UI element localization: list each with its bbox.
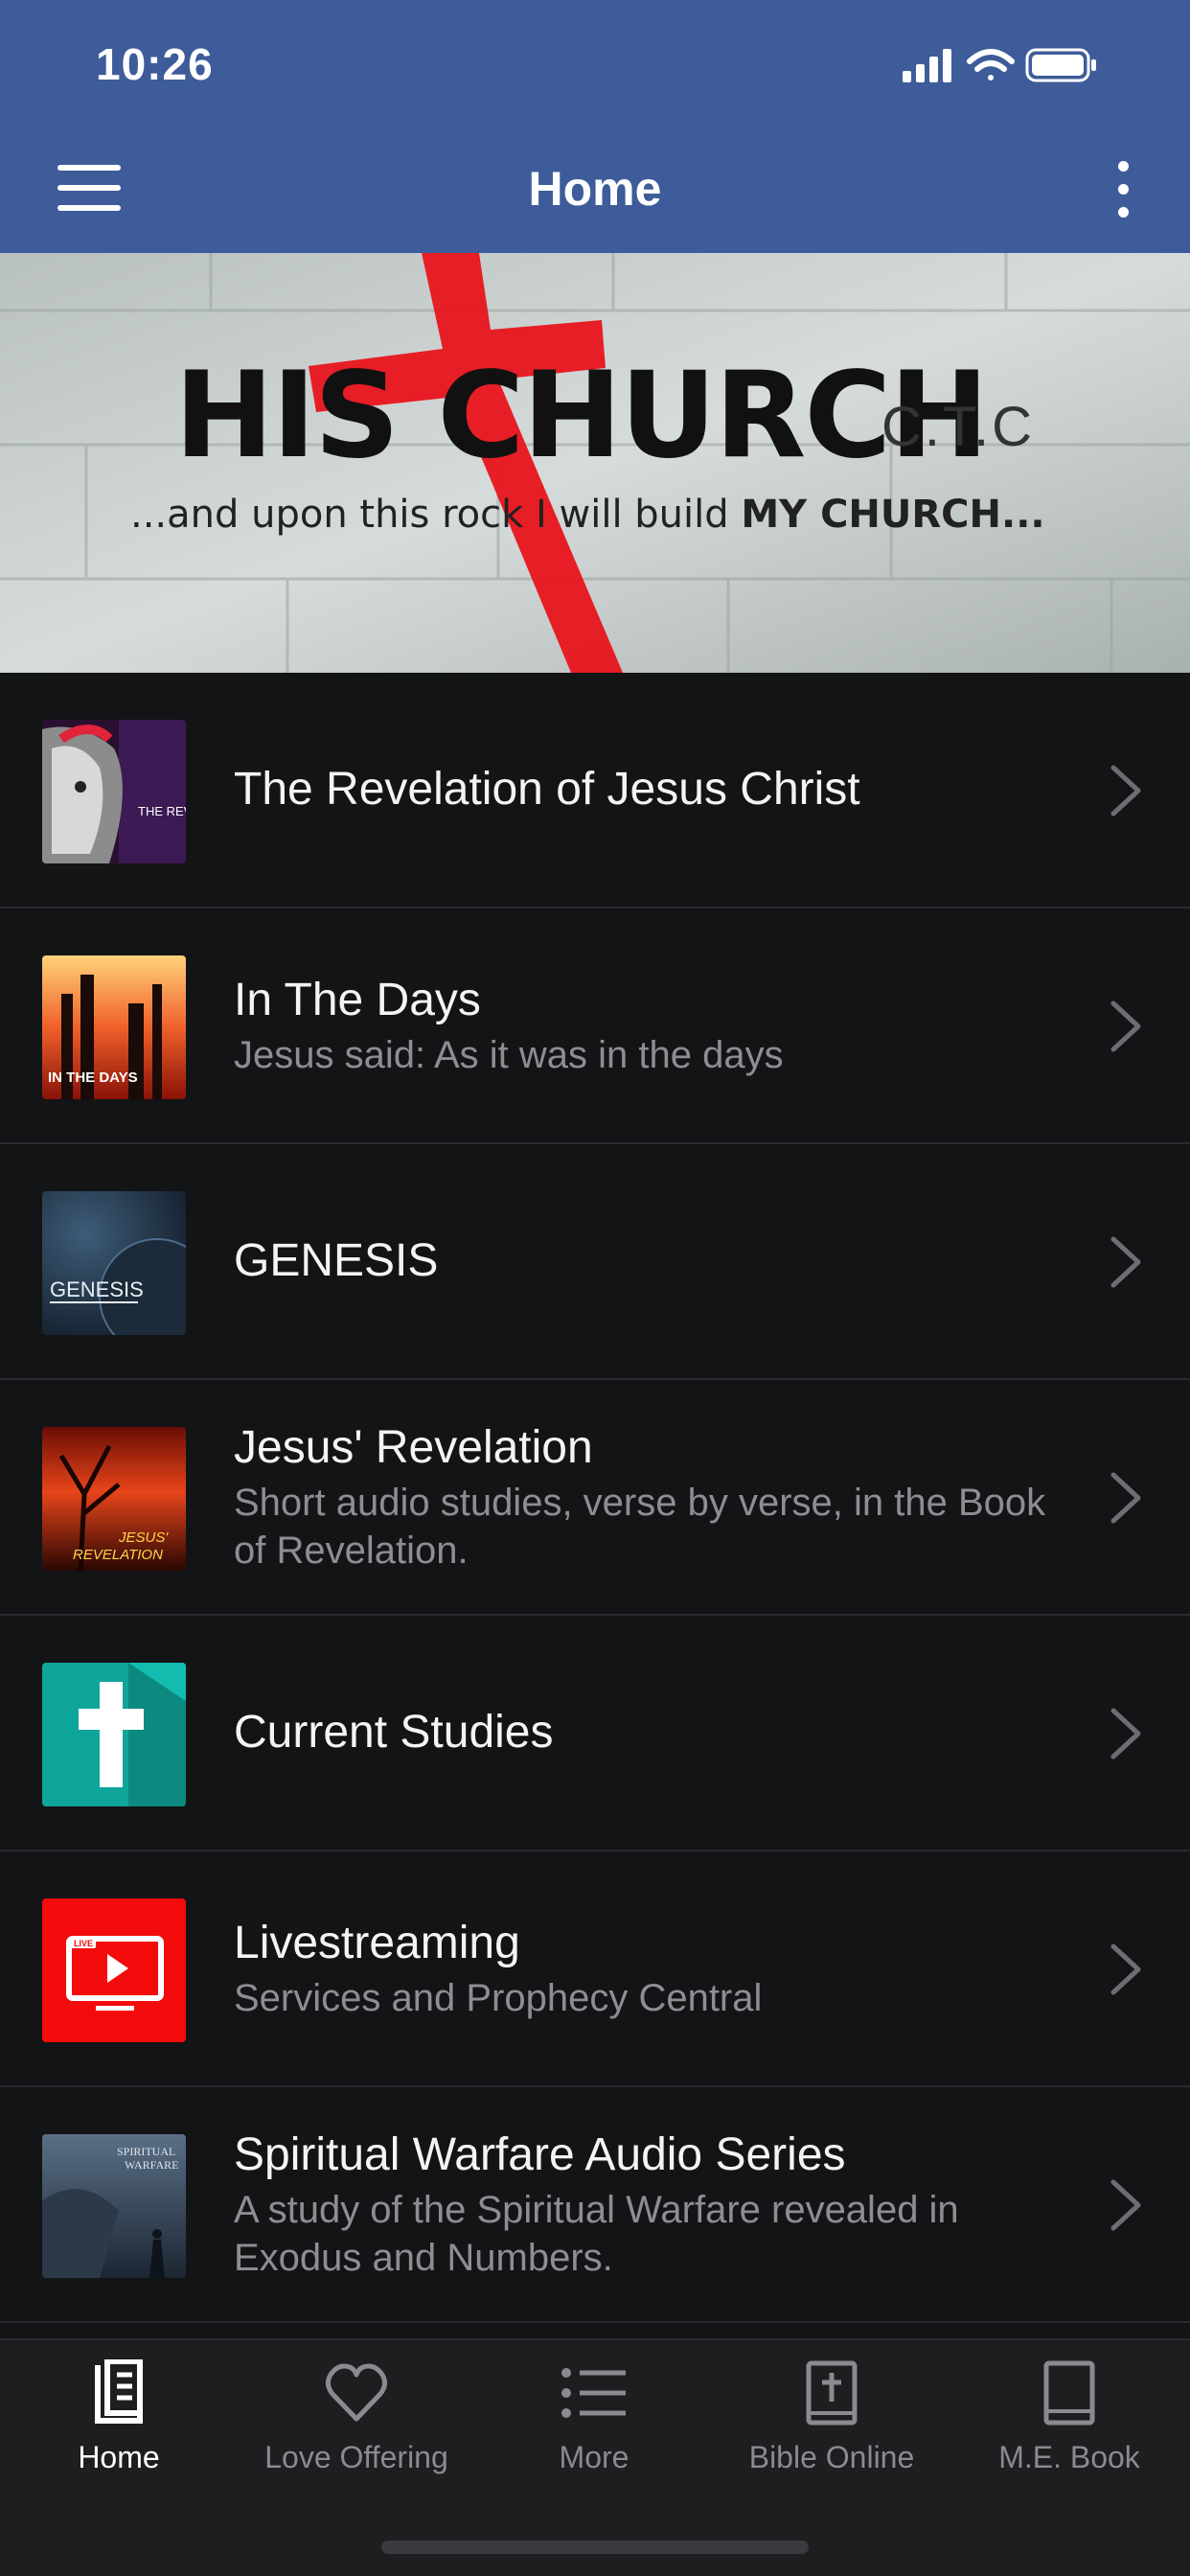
list-item[interactable]: IN THE DAYS In The Days Jesus said: As i… bbox=[0, 908, 1190, 1144]
lion-revelation-thumbnail: THE REVE JESUS bbox=[42, 720, 186, 863]
tab-label: Home bbox=[78, 2440, 160, 2474]
current-studies-thumbnail bbox=[42, 1663, 186, 1806]
list-item[interactable]: Current Studies bbox=[0, 1616, 1190, 1852]
tab-love-offering[interactable]: Love Offering bbox=[238, 2359, 475, 2503]
tab-bible-online[interactable]: Bible Online bbox=[713, 2359, 950, 2503]
app-header: 10:26 Home bbox=[0, 0, 1190, 253]
cellular-signal-icon bbox=[903, 49, 951, 82]
chevron-right-icon bbox=[1110, 2179, 1141, 2231]
banner-suffix: C.T.C bbox=[881, 396, 1035, 458]
livestreaming-thumbnail: LIVE bbox=[42, 1898, 186, 2042]
list-item[interactable]: SPIRITUAL WARFARE Spiritual Warfare Audi… bbox=[0, 2087, 1190, 2323]
in-the-days-thumbnail: IN THE DAYS bbox=[42, 955, 186, 1099]
list-item-title: In The Days bbox=[234, 975, 481, 1025]
heart-icon bbox=[325, 2363, 388, 2422]
list-item[interactable]: GENESIS GENESIS bbox=[0, 1144, 1190, 1380]
svg-text:IN THE DAYS: IN THE DAYS bbox=[48, 1070, 138, 1086]
home-indicator bbox=[381, 2541, 809, 2554]
tab-me-book[interactable]: M.E. Book bbox=[950, 2359, 1188, 2503]
svg-text:SPIRITUAL: SPIRITUAL bbox=[117, 2145, 175, 2158]
banner-title: HIS CHURCH bbox=[174, 347, 989, 485]
list-item-title: GENESIS bbox=[234, 1235, 439, 1286]
list-item[interactable]: JESUS' REVELATION Jesus' Revelation Shor… bbox=[0, 1380, 1190, 1616]
tab-label: Bible Online bbox=[748, 2440, 915, 2474]
church-banner: HIS CHURCH C.T.C ...and upon this rock I… bbox=[0, 253, 1190, 673]
tab-label: M.E. Book bbox=[998, 2440, 1140, 2474]
svg-text:REVELATION: REVELATION bbox=[73, 1547, 163, 1563]
list-item[interactable]: THE REVE JESUS The Revelation of Jesus C… bbox=[0, 673, 1190, 908]
list-item-subtitle: Short audio studies, verse by verse, in … bbox=[234, 1482, 1046, 1572]
list-item-title: Current Studies bbox=[234, 1707, 554, 1758]
list-item-subtitle: A study of the Spiritual Warfare reveale… bbox=[234, 2189, 959, 2279]
wifi-icon bbox=[967, 49, 1015, 80]
banner-tagline: ...and upon this rock I will build MY CH… bbox=[130, 493, 1045, 537]
svg-text:WARFARE: WARFARE bbox=[125, 2158, 178, 2172]
chevron-right-icon bbox=[1110, 1708, 1141, 1760]
tab-label: More bbox=[559, 2440, 629, 2474]
tab-home[interactable]: Home bbox=[0, 2359, 238, 2503]
jesus-revelation-thumbnail: JESUS' REVELATION bbox=[42, 1427, 186, 1571]
list-icon bbox=[561, 2368, 626, 2418]
status-icons bbox=[903, 46, 1142, 84]
bible-icon bbox=[806, 2360, 858, 2426]
book-outline-icon bbox=[1043, 2360, 1095, 2426]
vertical-ellipsis-icon[interactable] bbox=[1094, 159, 1152, 220]
chevron-right-icon bbox=[1110, 1236, 1141, 1288]
spiritual-warfare-thumbnail: SPIRITUAL WARFARE bbox=[42, 2134, 186, 2278]
tab-more[interactable]: More bbox=[475, 2359, 713, 2503]
list-item[interactable]: LIVE Livestreaming Services and Prophecy… bbox=[0, 1852, 1190, 2087]
svg-text:LIVE: LIVE bbox=[74, 1939, 93, 1948]
battery-icon bbox=[1025, 48, 1096, 82]
chevron-right-icon bbox=[1110, 1472, 1141, 1524]
svg-text:GENESIS: GENESIS bbox=[50, 1277, 144, 1301]
tab-label: Love Offering bbox=[264, 2440, 448, 2474]
list-item-title: Spiritual Warfare Audio Series bbox=[234, 2129, 846, 2180]
chevron-right-icon bbox=[1110, 1944, 1141, 1995]
list-item-subtitle: Jesus said: As it was in the days bbox=[234, 1034, 784, 1076]
page-title: Home bbox=[528, 162, 662, 216]
list-item-title: The Revelation of Jesus Christ bbox=[234, 764, 860, 815]
genesis-thumbnail: GENESIS bbox=[42, 1191, 186, 1335]
chevron-right-icon bbox=[1110, 765, 1141, 816]
list-item-title: Jesus' Revelation bbox=[234, 1422, 593, 1473]
svg-text:JESUS': JESUS' bbox=[118, 1530, 169, 1546]
list-item-subtitle: Services and Prophecy Central bbox=[234, 1977, 763, 2019]
chevron-right-icon bbox=[1110, 1000, 1141, 1052]
list-item-title: Livestreaming bbox=[234, 1918, 520, 1968]
status-time: 10:26 bbox=[96, 39, 214, 89]
book-icon bbox=[95, 2359, 143, 2424]
content-list: THE REVE JESUS The Revelation of Jesus C… bbox=[0, 673, 1190, 2323]
svg-text:THE REVE JESUS: THE REVE JESUS bbox=[138, 804, 186, 818]
